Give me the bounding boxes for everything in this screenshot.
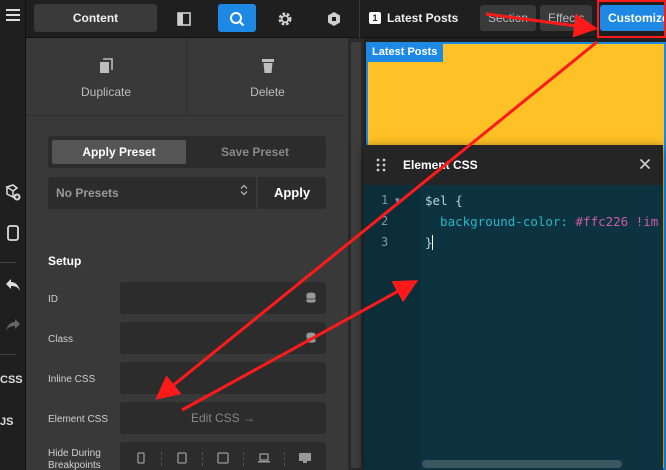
id-label: ID: [48, 294, 58, 305]
editor-header[interactable]: Element CSS: [364, 145, 663, 185]
breadcrumb[interactable]: 1 Latest Posts: [369, 4, 458, 32]
hamburger-menu-icon[interactable]: [0, 8, 26, 25]
hide-breakpoints-label: Hide During Breakpoints: [48, 448, 101, 470]
left-icon-rail: CSS JS: [0, 0, 26, 470]
add-element-icon[interactable]: [0, 184, 26, 205]
setup-heading: Setup: [48, 254, 82, 268]
preset-tabs: Apply Preset Save Preset: [48, 136, 326, 168]
search-icon[interactable]: [218, 4, 256, 32]
toolbar-divider: [359, 0, 360, 38]
inline-css-label: Inline CSS: [48, 374, 96, 385]
preset-select-value: No Presets: [56, 186, 119, 200]
hexagon-icon[interactable]: [320, 4, 348, 32]
hide-label-line1: Hide During: [48, 448, 101, 459]
rail-divider: [0, 262, 16, 263]
settings-panel: Duplicate Delete Apply Preset Save Prese…: [26, 38, 348, 470]
top-toolbar: Content 1 Latest Posts Section Effects Cu…: [26, 0, 666, 38]
trash-icon: [187, 58, 348, 77]
editor-title: Element CSS: [403, 158, 478, 172]
global-js-button[interactable]: JS: [0, 416, 13, 428]
element-index-badge: 1: [369, 12, 381, 24]
global-css-button[interactable]: CSS: [0, 374, 23, 386]
id-input[interactable]: [120, 282, 326, 314]
phone-icon[interactable]: [120, 452, 161, 467]
tab-section[interactable]: Section: [480, 5, 537, 31]
element-css-label: Element CSS: [48, 414, 109, 425]
class-label: Class: [48, 334, 74, 345]
undo-icon[interactable]: [0, 278, 26, 295]
delete-label: Delete: [250, 85, 285, 99]
tablet-icon[interactable]: [202, 452, 243, 467]
class-input[interactable]: [120, 322, 326, 354]
chevron-updown-icon: [240, 177, 248, 209]
duplicate-icon: [26, 58, 186, 77]
panel-scrollbar[interactable]: [348, 38, 364, 470]
tab-apply-preset[interactable]: Apply Preset: [52, 140, 186, 164]
edit-css-button[interactable]: Edit CSS →: [120, 402, 326, 434]
annotation-highlight-box: [597, 0, 666, 38]
database-icon[interactable]: [306, 332, 316, 347]
fold-arrow-icon[interactable]: ▾: [395, 195, 400, 206]
gear-icon[interactable]: [271, 4, 299, 32]
content-button[interactable]: Content: [34, 4, 157, 32]
line-number: 1: [381, 193, 389, 207]
css-property: background-color:: [425, 214, 568, 229]
redo-icon[interactable]: [0, 318, 26, 335]
breakpoint-toggles: [120, 442, 326, 470]
line-number-gutter: 1 ▾ 2 3: [364, 185, 420, 470]
duplicate-label: Duplicate: [80, 85, 132, 99]
apply-preset-button[interactable]: Apply: [258, 177, 326, 209]
line-number: 2: [381, 214, 389, 228]
breadcrumb-label: Latest Posts: [387, 11, 459, 25]
element-tag[interactable]: Latest Posts: [366, 42, 444, 62]
code-line-2[interactable]: background-color: #ffc226 !im: [425, 214, 658, 229]
line-number: 3: [381, 235, 389, 249]
responsive-mode-icon[interactable]: [0, 224, 26, 245]
element-actions: Duplicate Delete: [26, 38, 348, 116]
inline-css-input[interactable]: [120, 362, 326, 394]
close-icon[interactable]: [639, 158, 651, 173]
rail-divider: [0, 354, 16, 355]
database-icon[interactable]: [306, 292, 316, 307]
laptop-icon[interactable]: [243, 452, 284, 467]
duplicate-button[interactable]: Duplicate: [26, 38, 186, 116]
editor-horizontal-scrollbar[interactable]: [422, 460, 622, 468]
panel-scrollbar-thumb[interactable]: [351, 42, 361, 468]
tab-save-preset[interactable]: Save Preset: [188, 140, 322, 164]
tab-effects[interactable]: Effects: [540, 5, 593, 31]
drag-handle-icon[interactable]: [376, 158, 386, 175]
text-cursor: [432, 235, 433, 250]
element-css-editor: Element CSS 1 ▾ 2 3 $el { background-col…: [364, 145, 663, 470]
preset-select[interactable]: No Presets: [48, 177, 256, 209]
hide-label-line2: Breakpoints: [48, 460, 101, 470]
desktop-icon[interactable]: [284, 452, 325, 467]
delete-button[interactable]: Delete: [187, 38, 348, 116]
code-line-1[interactable]: $el {: [425, 193, 463, 208]
phone-landscape-icon[interactable]: [161, 452, 202, 467]
panel-toggle-icon[interactable]: [170, 4, 198, 32]
css-value: #ffc226 !im: [568, 214, 659, 229]
